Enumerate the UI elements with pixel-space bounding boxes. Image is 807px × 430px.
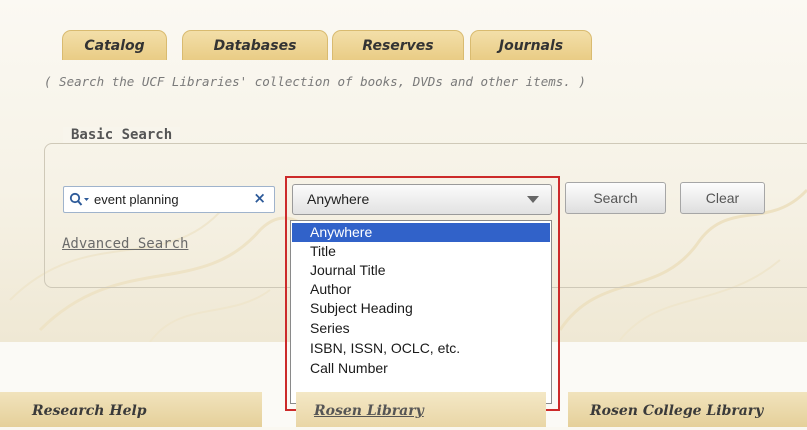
catalog-description: ( Search the UCF Libraries' collection o… (44, 74, 586, 89)
tab-rosen-college-library[interactable]: Rosen College Library (568, 392, 807, 427)
tab-journals[interactable]: Journals (470, 30, 592, 60)
clear-input-icon[interactable]: × (253, 189, 266, 207)
tab-catalog[interactable]: Catalog (62, 30, 167, 60)
tab-rosen-library[interactable]: Rosen Library (296, 392, 546, 427)
magnifier-dropdown-icon[interactable] (69, 192, 91, 208)
advanced-search-link[interactable]: Advanced Search (62, 236, 188, 252)
search-input-value: event planning (94, 192, 179, 207)
dropdown-highlight-frame (285, 176, 560, 411)
clear-button[interactable]: Clear (680, 182, 765, 214)
tab-reserves[interactable]: Reserves (332, 30, 464, 60)
search-input[interactable]: event planning × (63, 186, 275, 213)
search-button[interactable]: Search (565, 182, 666, 214)
basic-search-legend: Basic Search (63, 127, 181, 143)
tab-research-help[interactable]: Research Help (0, 392, 262, 427)
tab-databases[interactable]: Databases (182, 30, 328, 60)
